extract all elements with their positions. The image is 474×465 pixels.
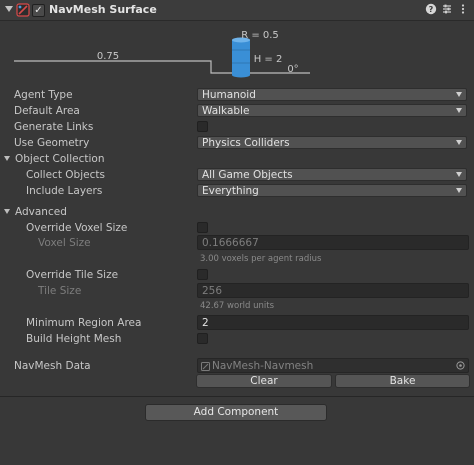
default-area-label: Default Area xyxy=(14,105,80,117)
chevron-down-icon xyxy=(456,172,462,177)
use-geometry-dropdown[interactable]: Physics Colliders xyxy=(197,136,467,149)
bake-button[interactable]: Bake xyxy=(335,374,470,388)
override-voxel-size-label: Override Voxel Size xyxy=(26,222,128,234)
include-layers-label: Include Layers xyxy=(26,185,103,197)
override-tile-size-label: Override Tile Size xyxy=(26,269,119,281)
tile-size-field: 256 xyxy=(197,283,469,298)
agent-type-value: Humanoid xyxy=(202,89,256,101)
more-options-icon[interactable] xyxy=(456,3,470,17)
agent-type-dropdown[interactable]: Humanoid xyxy=(197,88,467,101)
collapse-arrow-icon[interactable] xyxy=(5,6,13,12)
build-height-mesh-checkbox[interactable] xyxy=(197,333,208,344)
build-height-mesh-label: Build Height Mesh xyxy=(26,333,122,345)
component-header: ✓ NavMesh Surface ? xyxy=(0,0,474,21)
min-region-area-value: 2 xyxy=(202,317,209,329)
min-region-area-label: Minimum Region Area xyxy=(26,317,142,329)
agent-settings-diagram: 0.75 R = 0.5 H = 2 0° xyxy=(14,30,310,78)
tile-size-value: 256 xyxy=(202,285,223,297)
override-tile-size-checkbox[interactable] xyxy=(197,269,208,280)
navmesh-data-label: NavMesh Data xyxy=(14,360,91,372)
object-collection-foldout[interactable]: Object Collection xyxy=(4,153,104,165)
add-component-button[interactable]: Add Component xyxy=(145,404,327,421)
include-layers-dropdown[interactable]: Everything xyxy=(197,184,467,197)
voxel-size-label: Voxel Size xyxy=(38,237,91,249)
navmesh-asset-icon xyxy=(201,362,210,371)
agent-height-label: H = 2 xyxy=(254,54,283,65)
use-geometry-label: Use Geometry xyxy=(14,137,90,149)
component-enabled-checkbox[interactable]: ✓ xyxy=(32,4,45,17)
foldout-arrow-icon xyxy=(4,209,10,214)
voxel-size-hint: 3.00 voxels per agent radius xyxy=(200,254,322,264)
collect-objects-value: All Game Objects xyxy=(202,169,293,181)
generate-links-checkbox[interactable] xyxy=(197,121,208,132)
chevron-down-icon xyxy=(456,108,462,113)
voxel-size-value: 0.1666667 xyxy=(202,237,259,249)
navmesh-surface-icon xyxy=(16,3,30,17)
voxel-size-field: 0.1666667 xyxy=(197,235,469,250)
advanced-foldout[interactable]: Advanced xyxy=(4,206,67,218)
object-collection-label: Object Collection xyxy=(15,153,105,165)
agent-type-label: Agent Type xyxy=(14,89,73,101)
navmesh-data-field[interactable]: NavMesh-Navmesh xyxy=(197,358,469,373)
component-title: NavMesh Surface xyxy=(49,3,157,16)
tile-size-hint: 42.67 world units xyxy=(200,301,275,311)
default-area-value: Walkable xyxy=(202,105,250,117)
help-icon[interactable]: ? xyxy=(424,3,438,17)
advanced-label: Advanced xyxy=(15,206,67,218)
use-geometry-value: Physics Colliders xyxy=(202,137,290,149)
svg-text:?: ? xyxy=(429,5,434,14)
min-region-area-field[interactable]: 2 xyxy=(197,315,469,330)
clear-button[interactable]: Clear xyxy=(196,374,332,388)
foldout-arrow-icon xyxy=(4,156,10,161)
chevron-down-icon xyxy=(456,140,462,145)
max-slope-label: 0° xyxy=(287,64,298,75)
agent-cylinder xyxy=(232,37,250,78)
agent-radius-label: R = 0.5 xyxy=(241,30,279,41)
generate-links-label: Generate Links xyxy=(14,121,94,133)
preset-icon[interactable] xyxy=(440,3,454,17)
step-height-label: 0.75 xyxy=(97,51,119,62)
chevron-down-icon xyxy=(456,188,462,193)
collect-objects-dropdown[interactable]: All Game Objects xyxy=(197,168,467,181)
component-separator xyxy=(0,396,474,397)
navmesh-data-value: NavMesh-Navmesh xyxy=(212,360,314,372)
object-picker-icon[interactable] xyxy=(456,361,465,370)
tile-size-label: Tile Size xyxy=(38,285,82,297)
override-voxel-size-checkbox[interactable] xyxy=(197,222,208,233)
chevron-down-icon xyxy=(456,92,462,97)
default-area-dropdown[interactable]: Walkable xyxy=(197,104,467,117)
collect-objects-label: Collect Objects xyxy=(26,169,105,181)
include-layers-value: Everything xyxy=(202,185,259,197)
